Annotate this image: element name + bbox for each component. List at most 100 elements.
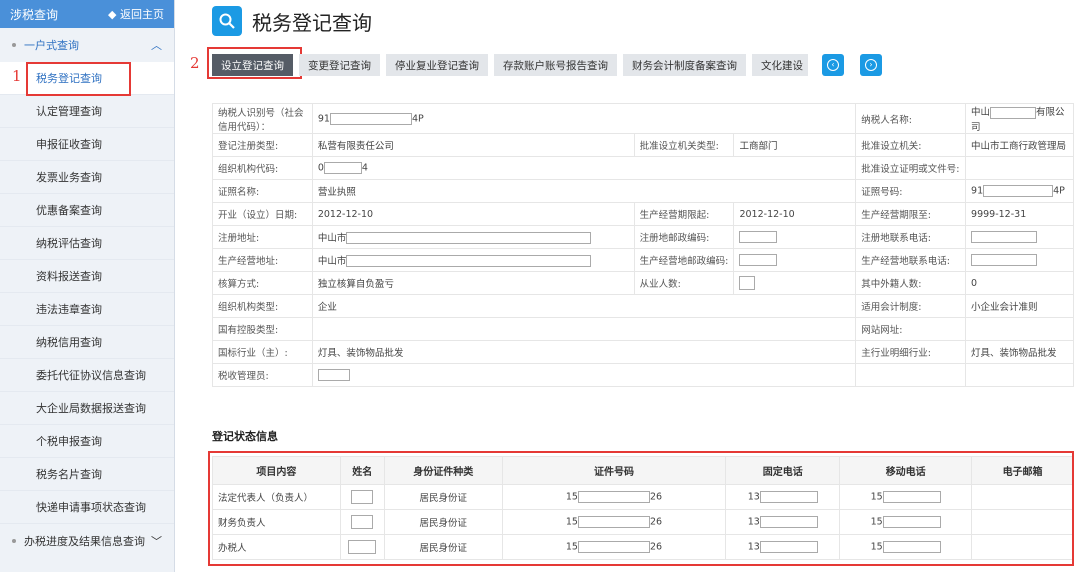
sidebar-item-label: 大企业局数据报送查询: [36, 402, 146, 415]
table-row: 登记注册类型: 私营有限责任公司 批准设立机关类型: 工商部门 批准设立机关: …: [212, 133, 1074, 157]
sidebar-item[interactable]: 纳税评估查询: [0, 227, 174, 260]
field-label: 纳税人名称:: [855, 103, 967, 134]
field-label: 国标行业（主）:: [212, 340, 313, 364]
sidebar-item[interactable]: 委托代征协议信息查询: [0, 359, 174, 392]
field-value: 04: [311, 156, 857, 180]
field-value: [311, 317, 857, 341]
tab-accounting-system[interactable]: 财务会计制度备案查询: [623, 54, 746, 76]
field-value: 灯具、装饰物品批发: [311, 340, 857, 364]
back-home-button[interactable]: ◆ 返回主页: [108, 6, 164, 22]
field-label: 国有控股类型:: [212, 317, 313, 341]
sidebar-item[interactable]: 纳税信用查询: [0, 326, 174, 359]
tab-culture[interactable]: 文化建设: [752, 54, 808, 76]
field-value-text: 91: [317, 113, 330, 124]
chevron-left-icon: ‹: [827, 59, 839, 71]
sidebar-item[interactable]: 资料报送查询: [0, 260, 174, 293]
field-value-text: 4P: [1053, 185, 1065, 197]
field-value: [965, 363, 1074, 387]
table-row: 纳税人识别号（社会信用代码）： 91 4P 纳税人名称: 中山 有限公司: [212, 103, 1074, 134]
field-label: 核算方式:: [212, 271, 313, 295]
field-label: 组织机构类型:: [212, 294, 313, 318]
table-row: 开业（设立）日期: 2012-12-10 生产经营期限起: 2012-12-10…: [212, 202, 1074, 226]
table-row: 注册地址: 中山市 注册地邮政编码: 注册地联系电话:: [212, 225, 1074, 249]
annotation-marker-1: 1: [12, 67, 22, 85]
field-value: 工商部门: [733, 133, 857, 157]
redacted-box: [323, 162, 362, 174]
field-value: [965, 248, 1074, 272]
field-value-text: 91: [971, 185, 984, 197]
page-title: 税务登记查询: [252, 10, 372, 35]
tab-prev-button[interactable]: ‹: [822, 54, 844, 76]
sidebar-item[interactable]: 申报征收查询: [0, 128, 174, 161]
bullet-icon: [12, 539, 16, 543]
sidebar-group-one-stop[interactable]: 一户式查询 ︿: [0, 28, 174, 62]
sidebar-item[interactable]: 认定管理查询: [0, 95, 174, 128]
sidebar-item[interactable]: 个税申报查询: [0, 425, 174, 458]
sidebar-group-label: 一户式查询: [24, 39, 79, 52]
sidebar-group-progress[interactable]: 办税进度及结果信息查询 ﹀: [0, 524, 174, 558]
field-value: 中山市: [311, 248, 635, 272]
field-value: 91 4P: [965, 179, 1074, 203]
tab-label: 停业复业登记查询: [395, 59, 479, 72]
field-value: 独立核算自负盈亏: [311, 271, 635, 295]
redacted-box: [971, 231, 1038, 243]
field-value: 小企业会计准则: [965, 294, 1074, 318]
sidebar-item-label: 快递申请事项状态查询: [36, 501, 146, 514]
field-label: 证照号码:: [855, 179, 967, 203]
field-label: 注册地址:: [212, 225, 313, 249]
field-value: [965, 317, 1074, 341]
sidebar-header: 涉税查询 ◆ 返回主页: [0, 0, 174, 28]
redacted-box: [317, 369, 350, 381]
field-value: [965, 156, 1074, 180]
sidebar-item[interactable]: 快递申请事项状态查询: [0, 491, 174, 524]
tab-label: 设立登记查询: [221, 59, 284, 72]
field-value: 0: [965, 271, 1074, 295]
sidebar-item[interactable]: 大企业局数据报送查询: [0, 392, 174, 425]
sidebar-item-label: 资料报送查询: [36, 270, 102, 283]
sidebar-group-label: 办税进度及结果信息查询: [24, 535, 145, 548]
sidebar-item[interactable]: 发票业务查询: [0, 161, 174, 194]
sidebar-item-label: 发票业务查询: [36, 171, 102, 184]
field-label: 开业（设立）日期:: [212, 202, 313, 226]
field-label: 主行业明细行业:: [855, 340, 967, 364]
table-row: 国有控股类型: 网站网址:: [212, 317, 1074, 341]
field-label: 生产经营地联系电话:: [855, 248, 967, 272]
field-label: 注册地邮政编码:: [633, 225, 735, 249]
field-value: 2012-12-10: [311, 202, 635, 226]
tab-establish-registration[interactable]: 设立登记查询: [212, 54, 293, 76]
table-row: 组织机构类型: 企业 适用会计制度: 小企业会计准则: [212, 294, 1074, 318]
redacted-box: [990, 106, 1037, 119]
field-label: 纳税人识别号（社会信用代码）：: [212, 103, 313, 134]
field-value: 9999-12-31: [965, 202, 1074, 226]
field-value-text: 中山: [971, 107, 991, 119]
sidebar-item[interactable]: 优惠备案查询: [0, 194, 174, 227]
field-label: 证照名称:: [212, 179, 313, 203]
field-label: 其中外籍人数:: [855, 271, 967, 295]
redacted-box: [971, 254, 1038, 266]
table-row: 生产经营地址: 中山市 生产经营地邮政编码: 生产经营地联系电话:: [212, 248, 1074, 272]
tab-suspension-resumption[interactable]: 停业复业登记查询: [386, 54, 488, 76]
field-label: 批准设立机关:: [855, 133, 967, 157]
bullet-icon: [12, 43, 16, 47]
tab-next-button[interactable]: ›: [860, 54, 882, 76]
redacted-box: [346, 232, 592, 245]
field-value: 灯具、装饰物品批发: [965, 340, 1074, 364]
field-label: 生产经营期限至:: [855, 202, 967, 226]
field-value: 中山市工商行政管理局: [965, 133, 1074, 157]
field-value: [733, 271, 857, 295]
tab-deposit-account[interactable]: 存款账户账号报告查询: [494, 54, 617, 76]
tab-label: 文化建设: [761, 59, 803, 72]
field-value-text: 中山市: [317, 232, 347, 244]
page-header: 税务登记查询: [212, 6, 372, 36]
field-label: 组织机构代码:: [212, 156, 313, 180]
sidebar-item[interactable]: 违法违章查询: [0, 293, 174, 326]
tab-change-registration[interactable]: 变更登记查询: [299, 54, 380, 76]
redacted-box: [329, 112, 412, 125]
field-value: [965, 225, 1074, 249]
field-value: 中山市: [311, 225, 635, 249]
field-value: 营业执照: [311, 179, 857, 203]
sidebar-item-label: 税务名片查询: [36, 468, 102, 481]
sidebar-item[interactable]: 税务名片查询: [0, 458, 174, 491]
table-row: 组织机构代码: 04 批准设立证明或文件号:: [212, 156, 1074, 180]
field-value-text: 中山市: [317, 255, 347, 267]
